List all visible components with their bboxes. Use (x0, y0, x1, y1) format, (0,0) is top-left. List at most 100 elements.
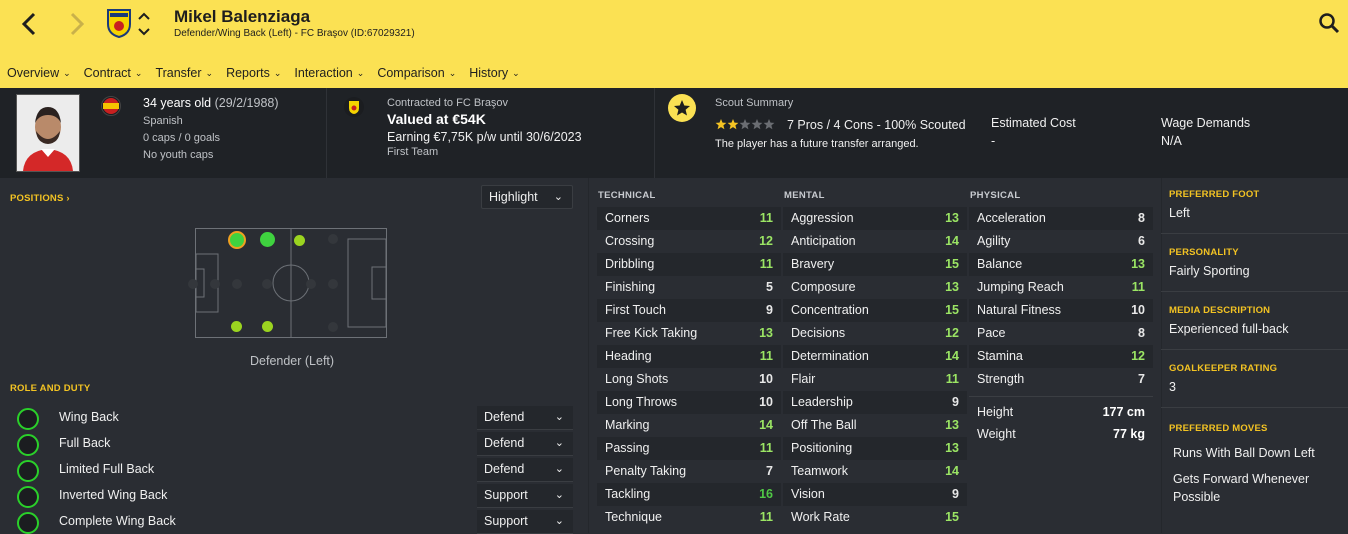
attribute-row[interactable]: Bravery 15 (783, 253, 967, 276)
star-filled-icon (715, 119, 727, 130)
attribute-name: Agility (977, 234, 1011, 248)
attribute-name: Crossing (605, 234, 655, 248)
positions-header[interactable]: POSITIONS › (10, 193, 70, 204)
player-switch-icon[interactable] (137, 10, 151, 38)
tab-contract[interactable]: Contract ⌄ (77, 58, 143, 88)
attribute-row[interactable]: Decisions 12 (783, 322, 967, 345)
attribute-name: Penalty Taking (605, 464, 687, 478)
chevron-down-icon: ⌄ (356, 68, 365, 78)
role-row[interactable]: Full Back Defend ⌄ (17, 432, 577, 456)
attribute-row[interactable]: Crossing 12 (597, 230, 781, 253)
role-suitability-icon (17, 486, 39, 508)
attribute-value: 8 (1138, 211, 1145, 225)
chevron-down-icon: ⌄ (205, 68, 214, 78)
tab-transfer[interactable]: Transfer ⌄ (148, 58, 213, 88)
attribute-row[interactable]: Long Shots 10 (597, 368, 781, 391)
attribute-row[interactable]: Acceleration 8 (969, 207, 1153, 230)
header-bar: Mikel Balenziaga Defender/Wing Back (Lef… (0, 0, 1348, 96)
technical-header: TECHNICAL (598, 190, 656, 201)
attribute-value: 11 (1131, 280, 1145, 294)
back-arrow-icon[interactable] (16, 10, 42, 38)
scout-title: Scout Summary (715, 97, 794, 109)
attribute-name: Tackling (605, 487, 651, 501)
attribute-value: 13 (945, 418, 959, 432)
divider (1161, 407, 1348, 408)
attribute-name: Finishing (605, 280, 656, 294)
attribute-name: Jumping Reach (977, 280, 1064, 294)
duty-value: Support (484, 514, 528, 528)
preferred-foot-label: PREFERRED FOOT (1169, 189, 1260, 200)
positions-view-select[interactable]: Highlight ⌄ (481, 185, 573, 209)
position-dot (188, 279, 198, 289)
attribute-row[interactable]: First Touch 9 (597, 299, 781, 322)
chevron-down-icon: ⌄ (554, 463, 564, 475)
role-suitability-icon (17, 460, 39, 482)
nation-flag-icon (101, 96, 121, 116)
role-row[interactable]: Complete Wing Back Support ⌄ (17, 510, 577, 534)
physical-header: PHYSICAL (970, 190, 1021, 201)
player-age: 34 years old (29/2/1988) (143, 96, 279, 110)
select-value: Highlight (489, 190, 538, 204)
attribute-row[interactable]: Positioning 13 (783, 437, 967, 460)
attribute-row[interactable]: Agility 6 (969, 230, 1153, 253)
attribute-row[interactable]: Work Rate 15 (783, 506, 967, 529)
attribute-row[interactable]: Natural Fitness 10 (969, 299, 1153, 322)
attribute-row[interactable]: Aggression 13 (783, 207, 967, 230)
attribute-row[interactable]: Vision 9 (783, 483, 967, 506)
attribute-row[interactable]: Leadership 9 (783, 391, 967, 414)
tab-history[interactable]: History ⌄ (462, 58, 519, 88)
position-dot (232, 279, 242, 289)
attribute-row[interactable]: Flair 11 (783, 368, 967, 391)
attribute-row[interactable]: Technique 11 (597, 506, 781, 529)
chevron-down-icon: ⌄ (512, 68, 520, 78)
dob: (29/2/1988) (214, 96, 279, 110)
attribute-row[interactable]: Stamina 12 (969, 345, 1153, 368)
duty-select[interactable]: Defend ⌄ (477, 458, 573, 482)
forward-arrow-icon[interactable] (64, 10, 90, 38)
attribute-row[interactable]: Marking 14 (597, 414, 781, 437)
attribute-row[interactable]: Penalty Taking 7 (597, 460, 781, 483)
attribute-row[interactable]: Jumping Reach 11 (969, 276, 1153, 299)
attribute-row[interactable]: Finishing 5 (597, 276, 781, 299)
player-earning: Earning €7,75K p/w until 30/6/2023 (387, 130, 582, 144)
duty-select[interactable]: Support ⌄ (477, 484, 573, 508)
attribute-row[interactable]: Heading 11 (597, 345, 781, 368)
duty-select[interactable]: Defend ⌄ (477, 406, 573, 430)
role-row[interactable]: Wing Back Defend ⌄ (17, 406, 577, 430)
role-row[interactable]: Limited Full Back Defend ⌄ (17, 458, 577, 482)
tab-interaction[interactable]: Interaction ⌄ (287, 58, 364, 88)
role-row[interactable]: Inverted Wing Back Support ⌄ (17, 484, 577, 508)
attribute-row[interactable]: Passing 11 (597, 437, 781, 460)
scout-summary: 7 Pros / 4 Cons - 100% Scouted (787, 118, 966, 132)
attribute-row[interactable]: Composure 13 (783, 276, 967, 299)
position-dot (262, 279, 272, 289)
attribute-value: 9 (952, 395, 959, 409)
position-dot-competent (231, 321, 242, 332)
attribute-row[interactable]: Corners 11 (597, 207, 781, 230)
attribute-row[interactable]: Anticipation 14 (783, 230, 967, 253)
attribute-name: Composure (791, 280, 856, 294)
goalkeeper-rating-label: GOALKEEPER RATING (1169, 363, 1278, 374)
attribute-row[interactable]: Tackling 16 (597, 483, 781, 506)
attribute-row[interactable]: Teamwork 14 (783, 460, 967, 483)
attribute-row[interactable]: Pace 8 (969, 322, 1153, 345)
attribute-value: 15 (945, 510, 959, 524)
attribute-row[interactable]: Off The Ball 13 (783, 414, 967, 437)
attribute-row[interactable]: Determination 14 (783, 345, 967, 368)
player-name: Mikel Balenziaga (174, 7, 311, 26)
attribute-name: Acceleration (977, 211, 1046, 225)
position-dot-natural-selected (228, 231, 246, 249)
attribute-row[interactable]: Balance 13 (969, 253, 1153, 276)
duty-select[interactable]: Support ⌄ (477, 510, 573, 534)
attribute-row[interactable]: Strength 7 (969, 368, 1153, 391)
attribute-row[interactable]: Free Kick Taking 13 (597, 322, 781, 345)
attribute-row[interactable]: Dribbling 11 (597, 253, 781, 276)
role-suitability-icon (17, 512, 39, 534)
tab-reports[interactable]: Reports ⌄ (219, 58, 281, 88)
tab-comparison[interactable]: Comparison ⌄ (370, 58, 456, 88)
attribute-row[interactable]: Concentration 15 (783, 299, 967, 322)
duty-select[interactable]: Defend ⌄ (477, 432, 573, 456)
attribute-row[interactable]: Long Throws 10 (597, 391, 781, 414)
tab-overview[interactable]: Overview ⌄ (0, 58, 75, 96)
search-icon[interactable] (1318, 12, 1340, 34)
